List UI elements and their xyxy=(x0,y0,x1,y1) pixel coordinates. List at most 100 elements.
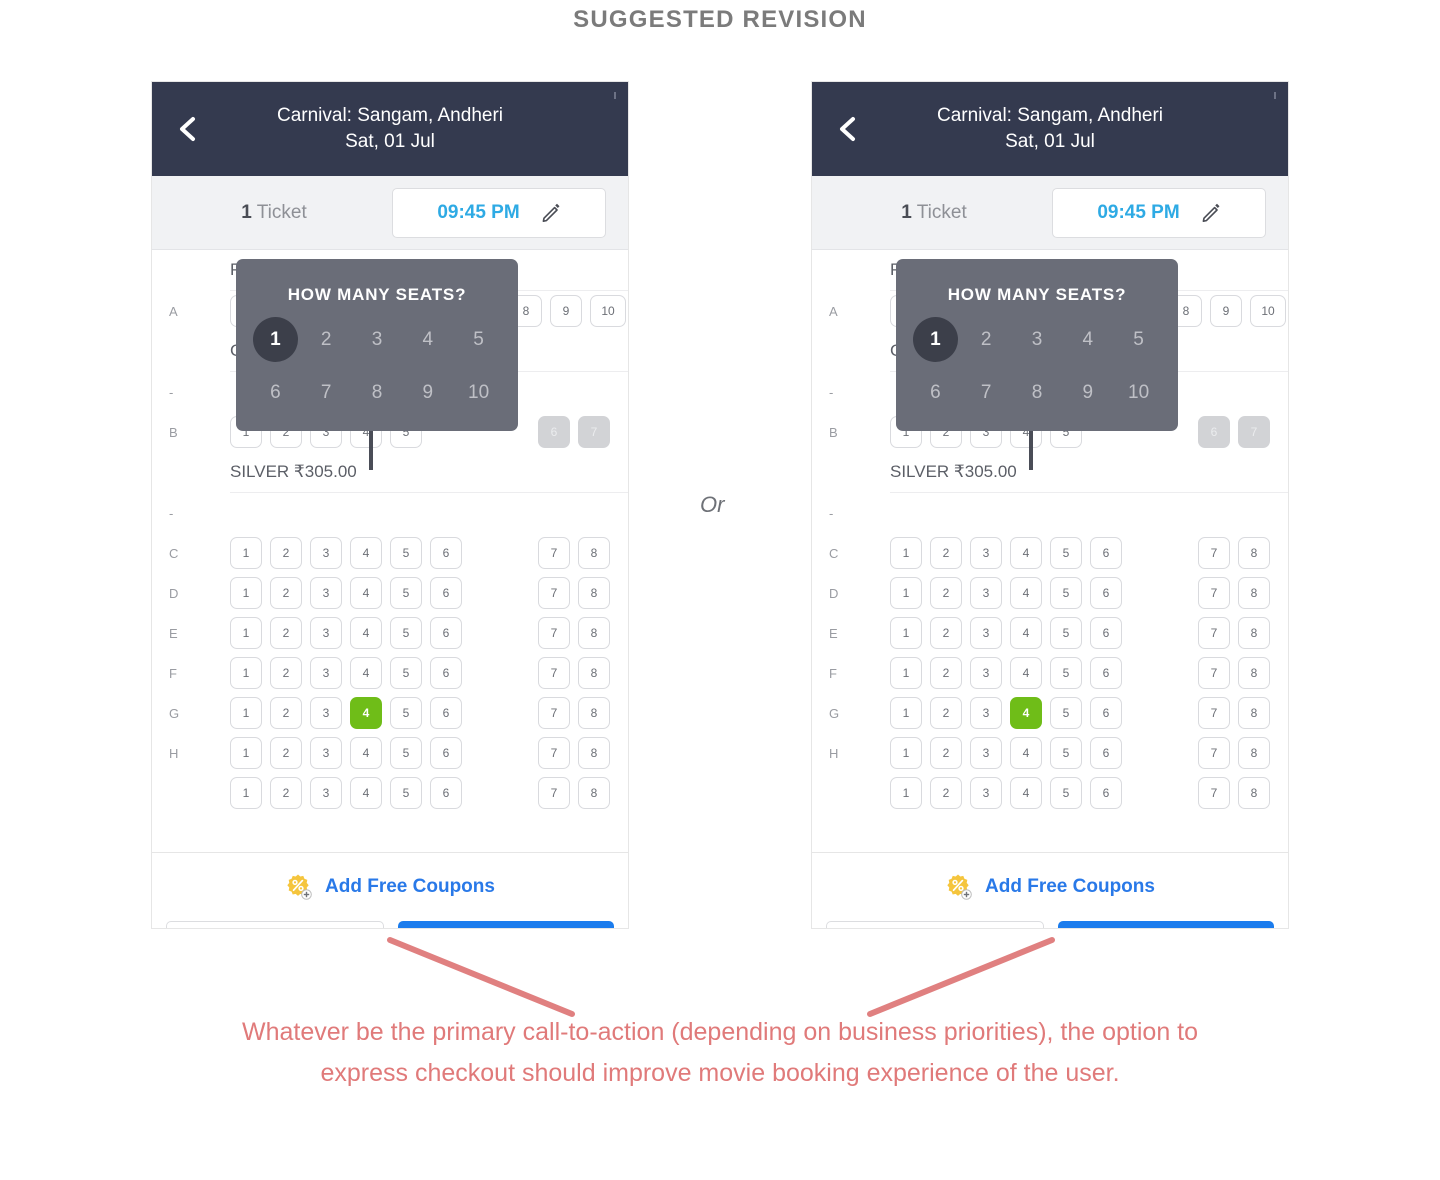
seat-qty-option[interactable]: 3 xyxy=(352,317,403,362)
seat[interactable]: 4 xyxy=(350,617,382,649)
seat[interactable]: 7 xyxy=(1198,737,1230,769)
seat[interactable]: 6 xyxy=(1198,416,1230,448)
seat[interactable]: 8 xyxy=(1238,657,1270,689)
seat[interactable]: 7 xyxy=(538,537,570,569)
seat[interactable]: 2 xyxy=(270,697,302,729)
seat[interactable]: 1 xyxy=(890,697,922,729)
seat[interactable]: 1 xyxy=(890,737,922,769)
seat[interactable]: 6 xyxy=(430,577,462,609)
seat[interactable]: 4 xyxy=(1010,737,1042,769)
seat[interactable]: 1 xyxy=(230,737,262,769)
seat-qty-option[interactable]: 5 xyxy=(453,317,504,362)
showtime-selector[interactable]: 09:45 PM xyxy=(1052,187,1266,238)
select-addons-button[interactable]: Select Add-Ons xyxy=(166,921,384,928)
seat[interactable]: 2 xyxy=(270,777,302,809)
seat[interactable]: 3 xyxy=(970,697,1002,729)
seat[interactable]: 6 xyxy=(430,737,462,769)
seat[interactable]: 5 xyxy=(390,617,422,649)
seat[interactable]: 6 xyxy=(1090,697,1122,729)
pay-express-checkout-button[interactable]: Pay ₹ 610 EXPRESS CHECKOUT xyxy=(826,921,1044,928)
seat[interactable]: 3 xyxy=(310,777,342,809)
seat[interactable]: 8 xyxy=(1238,697,1270,729)
seat-qty-option[interactable]: 6 xyxy=(250,370,301,415)
seat[interactable]: 3 xyxy=(310,617,342,649)
seat[interactable]: 8 xyxy=(578,657,610,689)
seat-qty-option[interactable]: 8 xyxy=(352,370,403,415)
seat[interactable]: 5 xyxy=(1050,617,1082,649)
seat[interactable]: 8 xyxy=(1238,577,1270,609)
seat[interactable]: 8 xyxy=(578,737,610,769)
seat[interactable]: 1 xyxy=(230,537,262,569)
seat[interactable]: 5 xyxy=(1050,777,1082,809)
seat[interactable]: 8 xyxy=(578,697,610,729)
seat[interactable]: 5 xyxy=(1050,697,1082,729)
seat[interactable]: 2 xyxy=(270,657,302,689)
seat[interactable]: 6 xyxy=(1090,657,1122,689)
seat-qty-option[interactable]: 9 xyxy=(402,370,453,415)
seat[interactable]: 6 xyxy=(1090,537,1122,569)
seat[interactable]: 4 xyxy=(1010,577,1042,609)
seat[interactable]: 2 xyxy=(270,577,302,609)
seat[interactable]: 3 xyxy=(970,577,1002,609)
seat[interactable]: 5 xyxy=(1050,577,1082,609)
seat[interactable]: 5 xyxy=(390,737,422,769)
seat[interactable]: 8 xyxy=(578,617,610,649)
seat-qty-option[interactable]: 4 xyxy=(402,317,453,362)
seat[interactable]: 8 xyxy=(1238,617,1270,649)
seat[interactable]: 3 xyxy=(970,657,1002,689)
seat[interactable]: 3 xyxy=(970,537,1002,569)
pay-express-checkout-button[interactable]: Pay ₹ 610 EXPRESS CHECKOUT xyxy=(398,921,614,928)
seat[interactable]: 4 xyxy=(1010,697,1042,729)
seat[interactable]: 5 xyxy=(390,537,422,569)
seat[interactable]: 8 xyxy=(578,577,610,609)
seat[interactable]: 8 xyxy=(1238,537,1270,569)
seat-qty-option[interactable]: 1 xyxy=(250,317,301,362)
seat[interactable]: 7 xyxy=(1238,416,1270,448)
seat[interactable]: 1 xyxy=(230,617,262,649)
add-coupons-row[interactable]: Add Free Coupons xyxy=(812,862,1288,912)
seat[interactable]: 2 xyxy=(270,537,302,569)
seat[interactable]: 5 xyxy=(1050,657,1082,689)
seat[interactable]: 9 xyxy=(1210,295,1242,327)
seat[interactable]: 7 xyxy=(1198,577,1230,609)
seat[interactable]: 6 xyxy=(430,697,462,729)
seat[interactable]: 9 xyxy=(550,295,582,327)
seat-map-left[interactable]: PLATINUM ₹345.00A12345678910GOLD ₹325.00… xyxy=(152,250,628,852)
seat-qty-option[interactable]: 6 xyxy=(910,370,961,415)
seat[interactable]: 6 xyxy=(1090,737,1122,769)
seat[interactable]: 1 xyxy=(230,777,262,809)
seat[interactable]: 4 xyxy=(350,657,382,689)
seat[interactable]: 4 xyxy=(1010,537,1042,569)
seat[interactable]: 6 xyxy=(430,537,462,569)
seat[interactable]: 2 xyxy=(930,657,962,689)
seat[interactable]: 3 xyxy=(310,697,342,729)
seat[interactable]: 4 xyxy=(350,577,382,609)
seat-qty-option[interactable]: 2 xyxy=(301,317,352,362)
seat[interactable]: 2 xyxy=(930,697,962,729)
seat[interactable]: 6 xyxy=(1090,577,1122,609)
seat[interactable]: 10 xyxy=(590,295,626,327)
seat[interactable]: 7 xyxy=(538,697,570,729)
seat[interactable]: 3 xyxy=(970,777,1002,809)
seat[interactable]: 3 xyxy=(310,657,342,689)
seat[interactable]: 7 xyxy=(578,416,610,448)
seat-qty-option[interactable]: 5 xyxy=(1113,317,1164,362)
seat[interactable]: 8 xyxy=(1238,777,1270,809)
seat[interactable]: 2 xyxy=(270,737,302,769)
seat[interactable]: 3 xyxy=(310,577,342,609)
seat[interactable]: 7 xyxy=(538,737,570,769)
seat[interactable]: 4 xyxy=(350,697,382,729)
seat[interactable]: 5 xyxy=(390,777,422,809)
seat[interactable]: 2 xyxy=(930,777,962,809)
seat-qty-option[interactable]: 7 xyxy=(961,370,1012,415)
seat-qty-option[interactable]: 3 xyxy=(1012,317,1063,362)
seat[interactable]: 4 xyxy=(1010,657,1042,689)
seat[interactable]: 7 xyxy=(1198,537,1230,569)
seat-qty-option[interactable]: 7 xyxy=(301,370,352,415)
showtime-selector[interactable]: 09:45 PM xyxy=(392,187,606,238)
pencil-icon[interactable] xyxy=(542,203,561,222)
seat[interactable]: 7 xyxy=(1198,777,1230,809)
seat-qty-option[interactable]: 10 xyxy=(1113,370,1164,415)
seat[interactable]: 7 xyxy=(538,657,570,689)
seat-map-right[interactable]: PLATINUM ₹345.00A12345678910GOLD ₹325.00… xyxy=(812,250,1288,852)
